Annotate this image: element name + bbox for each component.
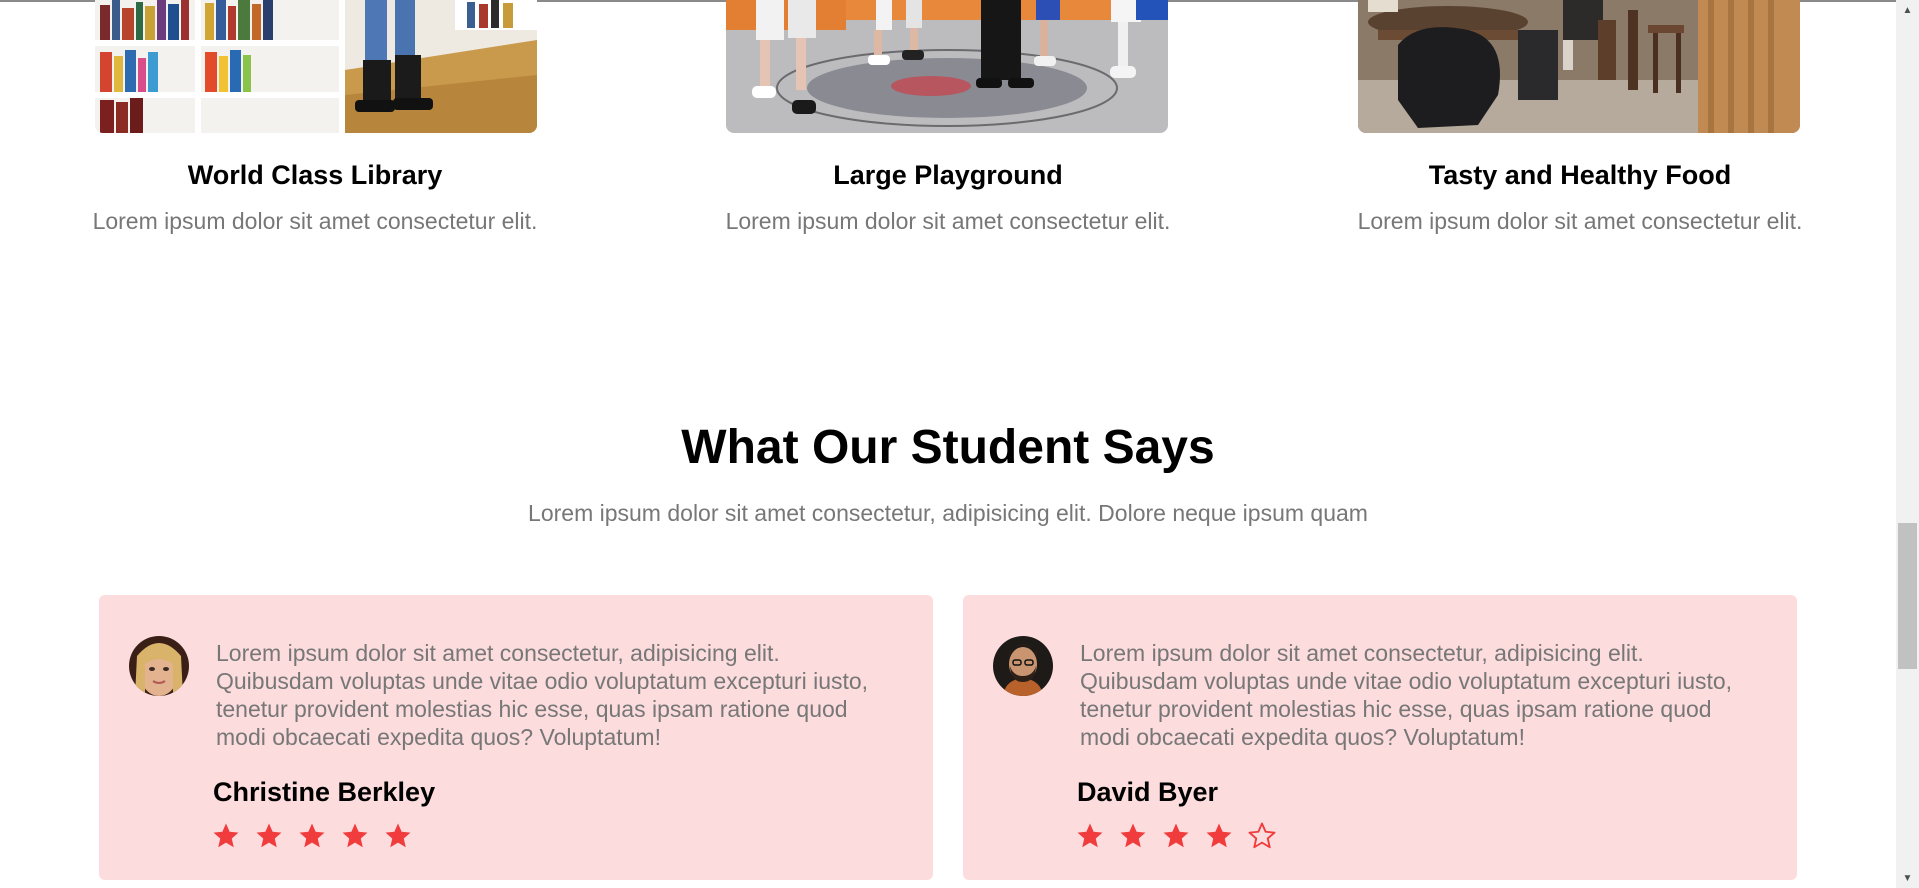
rating bbox=[211, 821, 413, 851]
star-filled-icon bbox=[1204, 821, 1234, 851]
star-filled-icon bbox=[297, 821, 327, 851]
facility-title: Tasty and Healthy Food bbox=[1428, 160, 1732, 190]
facility-title: World Class Library bbox=[187, 160, 443, 190]
facility-description: Lorem ipsum dolor sit amet consectetur e… bbox=[1357, 208, 1803, 234]
scroll-down-arrow-icon[interactable]: ▼ bbox=[1896, 870, 1919, 888]
testimonial-card: Lorem ipsum dolor sit amet consectetur, … bbox=[963, 595, 1797, 880]
student-name: David Byer bbox=[1077, 777, 1219, 807]
section-subtitle: Lorem ipsum dolor sit amet consectetur, … bbox=[528, 500, 1368, 526]
section-title: What Our Student Says bbox=[681, 421, 1215, 474]
food-photo bbox=[1358, 0, 1800, 133]
star-filled-icon bbox=[254, 821, 284, 851]
student-name: Christine Berkley bbox=[213, 777, 436, 807]
star-filled-icon bbox=[211, 821, 241, 851]
star-outline-icon bbox=[1247, 821, 1277, 851]
testimonial-card: Lorem ipsum dolor sit amet consectetur, … bbox=[99, 595, 933, 880]
facility-description: Lorem ipsum dolor sit amet consectetur e… bbox=[92, 208, 538, 234]
vertical-scrollbar[interactable]: ▲ ▼ bbox=[1896, 0, 1919, 888]
scroll-up-arrow-icon[interactable]: ▲ bbox=[1896, 2, 1919, 20]
playground-photo bbox=[726, 0, 1168, 133]
facility-description: Lorem ipsum dolor sit amet consectetur e… bbox=[725, 208, 1171, 234]
star-filled-icon bbox=[1161, 821, 1191, 851]
testimonial-quote: Lorem ipsum dolor sit amet consectetur, … bbox=[216, 640, 869, 750]
star-filled-icon bbox=[340, 821, 370, 851]
page: World Class Library Lorem ipsum dolor si… bbox=[0, 0, 1896, 888]
library-photo bbox=[95, 0, 537, 133]
facility-title: Large Playground bbox=[833, 160, 1063, 190]
avatar bbox=[993, 636, 1053, 696]
rating bbox=[1075, 821, 1277, 851]
scrollbar-thumb[interactable] bbox=[1898, 523, 1917, 669]
avatar bbox=[129, 636, 189, 696]
star-filled-icon bbox=[1118, 821, 1148, 851]
star-filled-icon bbox=[383, 821, 413, 851]
testimonial-quote: Lorem ipsum dolor sit amet consectetur, … bbox=[1080, 640, 1733, 750]
star-filled-icon bbox=[1075, 821, 1105, 851]
